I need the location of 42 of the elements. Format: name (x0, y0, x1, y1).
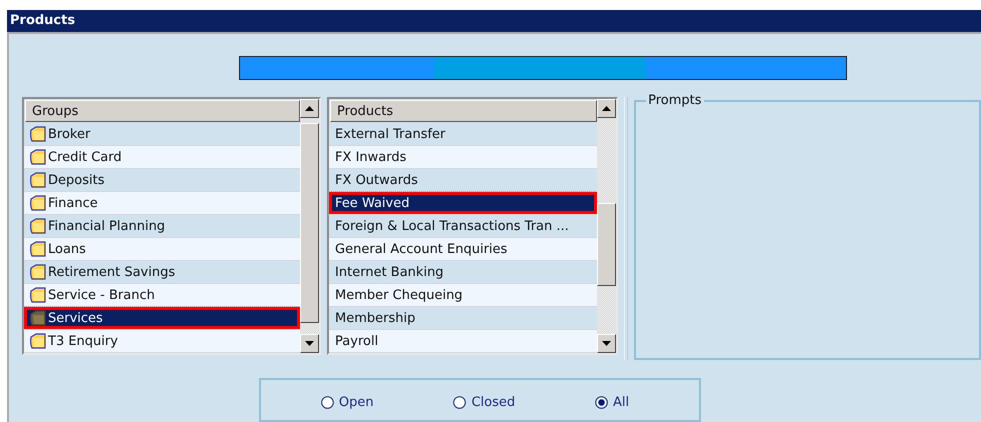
radio-button[interactable]: All (594, 394, 630, 410)
down-triangle-icon (305, 341, 314, 346)
radio-button[interactable]: Closed (453, 394, 516, 410)
list-item[interactable]: Finance (24, 192, 300, 215)
folder-icon (29, 217, 48, 235)
list-item[interactable]: Member Chequeing (329, 284, 598, 307)
list-item[interactable]: Services (24, 307, 300, 330)
list-item[interactable]: Broker (24, 123, 300, 146)
column-header[interactable]: Groups (25, 100, 300, 122)
folder-icon (29, 263, 48, 281)
list-item[interactable]: Retirement Savings (24, 261, 300, 284)
folder-icon (29, 125, 48, 143)
list-item[interactable]: Credit Card (24, 146, 300, 169)
list-item[interactable]: Deposits (24, 169, 300, 192)
folder-icon (29, 240, 48, 258)
column-header[interactable]: Products (330, 100, 598, 122)
folder-icon (29, 332, 48, 350)
up-triangle-icon (602, 106, 612, 111)
list-item[interactable]: Financial Planning (24, 215, 300, 238)
list-item[interactable]: Service - Branch (24, 284, 300, 307)
scroll-down-button[interactable] (597, 334, 616, 353)
folder-icon (29, 194, 48, 212)
down-triangle-icon (602, 341, 612, 346)
group-title: Prompts (646, 93, 704, 109)
scroll-up-button[interactable] (597, 99, 616, 118)
scroll-up-button[interactable] (300, 99, 320, 118)
scrollbar[interactable] (597, 99, 616, 353)
folder-icon (29, 148, 48, 166)
list-item[interactable]: FX Inwards (329, 146, 598, 169)
list-item[interactable]: Loans (24, 238, 300, 261)
list-item[interactable]: Payroll (329, 330, 598, 353)
window-title: Products (7, 10, 981, 32)
scrollbar[interactable] (300, 99, 320, 353)
list-item[interactable]: T3 Enquiry (24, 330, 300, 353)
list-item[interactable]: Fee Waived (329, 192, 598, 215)
folder-icon (29, 309, 48, 327)
up-triangle-icon (305, 106, 314, 111)
folder-icon (29, 171, 48, 189)
folder-icon (29, 286, 48, 304)
scroll-down-button[interactable] (300, 334, 320, 353)
list-item[interactable]: General Account Enquiries (329, 238, 598, 261)
radio-button[interactable]: Open (320, 394, 374, 410)
